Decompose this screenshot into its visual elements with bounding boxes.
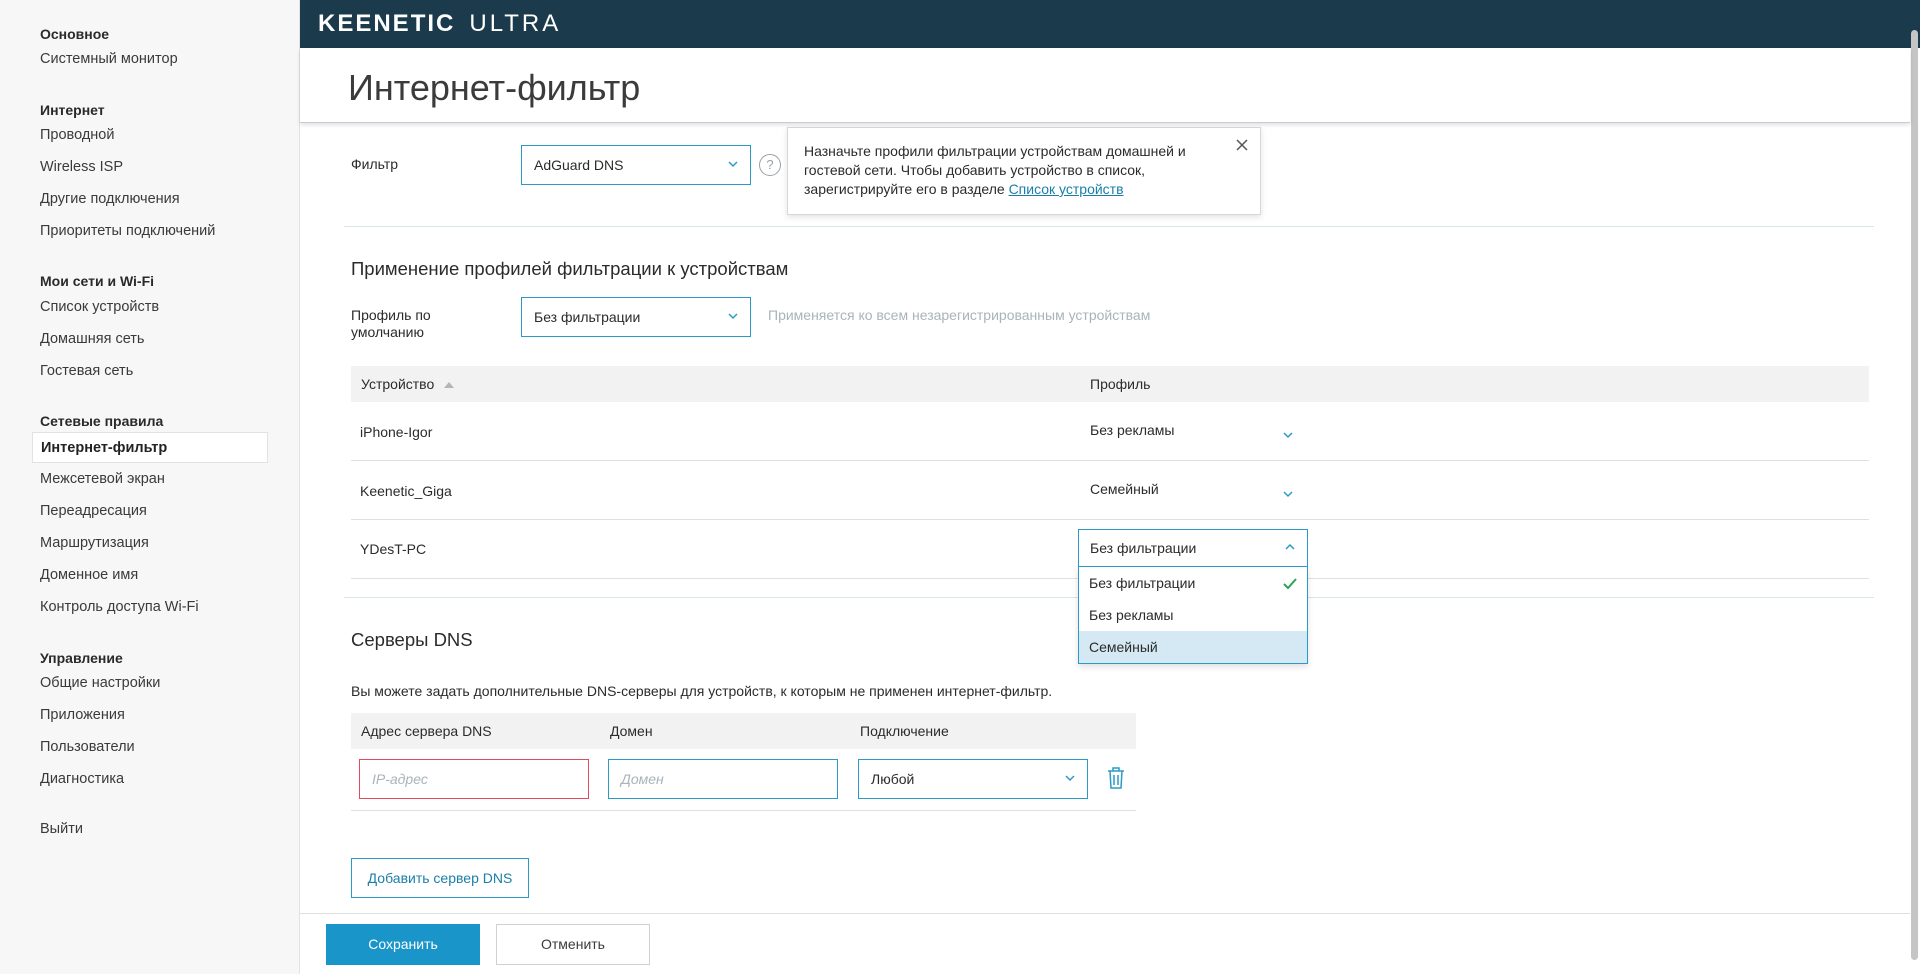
sort-ascending-icon: [444, 376, 455, 392]
close-icon[interactable]: [1234, 137, 1250, 153]
sidebar-item-routing[interactable]: Маршрутизация: [40, 535, 149, 551]
keenetic-logo[interactable]: KEENETIC ULTRA: [318, 10, 562, 37]
sidebar-item-general-settings[interactable]: Общие настройки: [40, 675, 160, 691]
sidebar-item-device-list[interactable]: Список устройств: [40, 299, 159, 315]
table-row: iPhone-Igor Без рекламы: [351, 402, 1869, 461]
footer: Сохранить Отменить: [300, 913, 1910, 974]
profiles-section-title: Применение профилей фильтрации к устройс…: [351, 258, 789, 279]
help-icon[interactable]: ?: [759, 154, 781, 176]
title-bar: Интернет-фильтр: [300, 48, 1910, 123]
dns-table-header: Адрес сервера DNS Домен Подключение: [351, 713, 1136, 749]
dns-ip-input[interactable]: IP-адрес: [359, 759, 589, 799]
device-name: YDesT-PC: [360, 541, 427, 557]
chevron-up-icon: [1285, 542, 1295, 552]
column-header-profile: Профиль: [1090, 376, 1151, 392]
sidebar-section-management: Управление: [40, 650, 123, 666]
dropdown-option[interactable]: Без рекламы: [1079, 599, 1307, 631]
dns-connection-select[interactable]: Любой: [858, 759, 1088, 799]
sidebar-item-system-monitor[interactable]: Системный монитор: [40, 51, 178, 67]
cancel-button[interactable]: Отменить: [496, 924, 650, 965]
save-button[interactable]: Сохранить: [326, 924, 480, 965]
sidebar-item-wireless-isp[interactable]: Wireless ISP: [40, 159, 123, 175]
page-scrollbar[interactable]: [1911, 30, 1918, 960]
sidebar-item-diagnostics[interactable]: Диагностика: [40, 771, 124, 787]
device-name: iPhone-Igor: [360, 424, 433, 440]
chevron-down-icon[interactable]: [1283, 486, 1293, 498]
table-row: Keenetic_Giga Семейный: [351, 461, 1869, 520]
logo-brand: KEENETIC: [318, 10, 456, 37]
chevron-down-icon[interactable]: [1283, 427, 1293, 439]
default-profile-hint: Применяется ко всем незарегистрированным…: [768, 307, 1151, 323]
device-list-link[interactable]: Список устройств: [1009, 181, 1124, 197]
tooltip-text: Назначьте профили фильтрации устройствам…: [804, 143, 1186, 197]
sidebar-item-guest-network[interactable]: Гостевая сеть: [40, 363, 133, 379]
dropdown-option-label: Без рекламы: [1089, 607, 1174, 623]
sidebar-item-port-forwarding[interactable]: Переадресация: [40, 503, 147, 519]
sidebar-item-firewall[interactable]: Межсетевой экран: [40, 471, 165, 487]
logo-model: ULTRA: [469, 10, 562, 37]
device-profile-select-open[interactable]: Без фильтрации: [1078, 529, 1308, 567]
filter-select[interactable]: AdGuard DNS: [521, 145, 751, 185]
chevron-down-icon: [728, 159, 738, 169]
dropdown-option-label: Без фильтрации: [1089, 575, 1196, 591]
devices-table-header: Устройство Профиль: [351, 366, 1869, 402]
column-header-device[interactable]: Устройство: [361, 376, 455, 392]
sidebar-item-home-network[interactable]: Домашняя сеть: [40, 331, 144, 347]
sidebar-section-main: Основное: [40, 26, 110, 42]
sidebar-item-wifi-access-control[interactable]: Контроль доступа Wi-Fi: [40, 599, 199, 615]
sidebar-item-applications[interactable]: Приложения: [40, 707, 125, 723]
chevron-down-icon: [1065, 773, 1075, 783]
add-dns-server-button[interactable]: Добавить сервер DNS: [351, 858, 529, 898]
sidebar-item-other-connections[interactable]: Другие подключения: [40, 191, 180, 207]
sidebar-item-logout[interactable]: Выйти: [40, 821, 83, 837]
dropdown-option[interactable]: Без фильтрации: [1079, 567, 1307, 599]
sidebar: Основное Системный монитор Интернет Пров…: [0, 0, 300, 974]
device-profile-select[interactable]: Без рекламы: [1090, 422, 1174, 438]
column-header-dns-address: Адрес сервера DNS: [361, 723, 492, 739]
device-name: Keenetic_Giga: [360, 483, 452, 499]
dns-section-title: Серверы DNS: [351, 629, 473, 650]
column-header-domain: Домен: [610, 723, 653, 739]
default-profile-label: Профиль по умолчанию: [351, 307, 431, 340]
filter-label: Фильтр: [351, 156, 399, 172]
page-title: Интернет-фильтр: [348, 67, 641, 108]
sidebar-section-internet: Интернет: [40, 102, 105, 118]
sidebar-item-domain-name[interactable]: Доменное имя: [40, 567, 138, 583]
separator: [344, 226, 1874, 227]
default-profile-value: Без фильтрации: [534, 309, 641, 325]
sidebar-item-internet-filter[interactable]: Интернет-фильтр: [32, 432, 268, 463]
main-content: Фильтр AdGuard DNS ? Назначьте профили ф…: [300, 123, 1910, 913]
dns-connection-value: Любой: [871, 771, 915, 787]
trash-icon[interactable]: [1106, 766, 1126, 790]
sidebar-section-networks: Мои сети и Wi-Fi: [40, 273, 155, 289]
device-profile-select[interactable]: Семейный: [1090, 481, 1159, 497]
help-tooltip: Назначьте профили фильтрации устройствам…: [787, 127, 1261, 215]
sidebar-item-connection-priorities[interactable]: Приоритеты подключений: [40, 223, 215, 239]
dns-domain-input[interactable]: Домен: [608, 759, 838, 799]
profile-dropdown-list: Без фильтрации Без рекламы Семейный: [1078, 566, 1308, 664]
column-device-label: Устройство: [361, 376, 435, 392]
checkmark-icon: [1283, 577, 1297, 590]
dns-description: Вы можете задать дополнительные DNS-серв…: [351, 683, 1053, 699]
sidebar-section-network-rules: Сетевые правила: [40, 413, 164, 429]
default-profile-select[interactable]: Без фильтрации: [521, 297, 751, 337]
column-header-connection: Подключение: [860, 723, 949, 739]
device-profile-value: Без фильтрации: [1090, 540, 1197, 556]
filter-select-value: AdGuard DNS: [534, 157, 624, 173]
dropdown-option-label: Семейный: [1089, 639, 1158, 655]
top-bar: KEENETIC ULTRA: [300, 0, 1920, 48]
dropdown-option-highlighted[interactable]: Семейный: [1079, 631, 1307, 663]
sidebar-item-wired[interactable]: Проводной: [40, 127, 114, 143]
sidebar-item-users[interactable]: Пользователи: [40, 739, 135, 755]
chevron-down-icon: [728, 311, 738, 321]
